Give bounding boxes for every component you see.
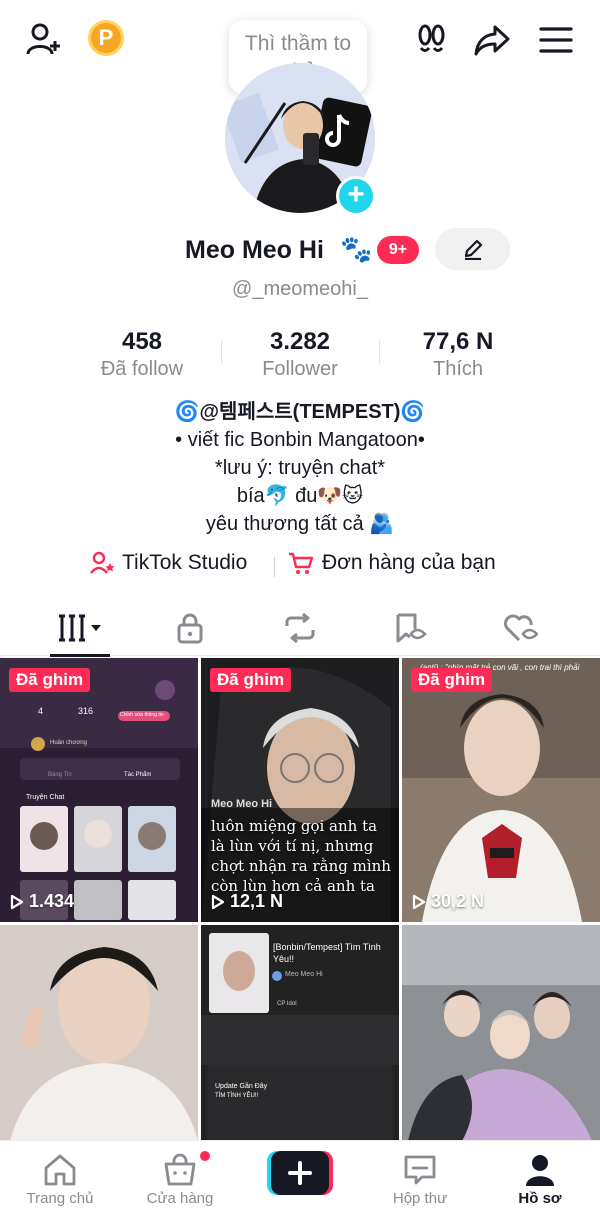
home-icon — [44, 1154, 76, 1186]
lock-icon — [177, 613, 203, 644]
paw-emoji: 🐾 — [340, 234, 373, 264]
story-update-text: TÌM TÌNH YÊU!! — [215, 1093, 259, 1099]
edit-profile-button[interactable] — [435, 228, 510, 270]
story-update-label: Update Gần Đây — [215, 1083, 268, 1090]
bio-line: *lưu ý: truyện chat* — [214, 457, 386, 479]
footprints-button[interactable] — [410, 18, 454, 62]
nav-label: Cửa hàng — [146, 1190, 214, 1207]
thumb-stat: 4 — [38, 706, 44, 716]
bio-line: bía🐬 đu🐶🐱 — [236, 485, 364, 507]
orders-link[interactable]: Đơn hàng của bạn — [288, 551, 496, 575]
profile-links: TikTok Studio Đơn hàng của bạn — [0, 551, 600, 581]
studio-icon — [90, 551, 115, 574]
add-friend-icon — [26, 23, 60, 55]
stat-label: Thích — [432, 358, 484, 380]
tiktok-studio-link[interactable]: TikTok Studio — [90, 551, 247, 575]
tab-liked[interactable] — [470, 600, 570, 656]
notification-badge[interactable]: 9+ — [377, 236, 419, 264]
notification-dot — [200, 1151, 210, 1161]
share-button[interactable] — [470, 18, 514, 62]
studio-label: TikTok Studio — [122, 551, 248, 574]
menu-button[interactable] — [534, 18, 578, 62]
video-thumbnail[interactable]: (anti) : "nhìn mặt trẻ con vãi , con tra… — [402, 658, 600, 922]
stat-value: 458 — [121, 328, 163, 355]
nav-profile[interactable]: Hồ sơ — [480, 1149, 600, 1215]
content-tabs — [0, 600, 600, 657]
view-count: 1.434 — [10, 891, 74, 912]
user-handle: @_meomeohi_ — [232, 278, 368, 300]
grid-icon — [59, 614, 101, 642]
cart-icon — [289, 552, 314, 574]
video-thumbnail[interactable]: Meo Meo Hi luôn miệng gọi anh ta là lùn … — [201, 658, 399, 922]
thumb-medal: Huân chương — [50, 740, 87, 746]
story-author: Meo Meo Hi — [285, 971, 323, 978]
nav-home[interactable]: Trang chủ — [0, 1149, 120, 1215]
add-friend-button[interactable] — [22, 18, 66, 62]
bio-line: 🌀@템페스트(TEMPEST)🌀 — [174, 401, 426, 423]
create-button[interactable] — [267, 1151, 333, 1195]
name-row: Meo Meo Hi 🐾 9+ — [0, 228, 600, 272]
nav-label: Hồ sơ — [518, 1190, 562, 1207]
bio-line: • viết fic Bonbin Mangatoon• — [175, 429, 425, 451]
nav-label: Trang chủ — [26, 1190, 94, 1207]
tab-private[interactable] — [140, 600, 240, 656]
thumbnail-image — [0, 658, 198, 922]
orders-label: Đơn hàng của bạn — [322, 551, 496, 574]
video-thumbnail[interactable]: 4 316 Chỉnh sửa thông tin Huân chương Bả… — [0, 658, 198, 922]
profile-icon — [526, 1155, 554, 1186]
menu-icon — [539, 27, 573, 53]
pinned-badge: Đã ghim — [9, 668, 91, 692]
view-count: 12,1 N — [211, 891, 283, 912]
inbox-icon — [404, 1155, 436, 1185]
play-icon — [10, 894, 24, 909]
play-icon — [412, 894, 426, 909]
repost-icon — [285, 613, 315, 643]
stat-value: 77,6 N — [422, 328, 494, 355]
stat-label: Đã follow — [100, 358, 184, 380]
play-icon — [211, 894, 225, 909]
pinned-badge: Đã ghim — [210, 668, 292, 692]
link-divider — [274, 557, 275, 577]
tab-saved[interactable] — [360, 600, 460, 656]
thumb-stat: 316 — [78, 706, 94, 716]
thumb-tab: Bảng Tin — [48, 772, 72, 778]
shop-icon — [164, 1153, 196, 1186]
thumb-button: Chỉnh sửa thông tin — [120, 712, 164, 718]
overlay-username: Meo Meo Hi — [211, 798, 273, 810]
stat-followers[interactable]: 3.282 Follower — [220, 328, 380, 381]
liked-icon — [504, 614, 538, 642]
coin-icon[interactable]: P — [88, 20, 124, 56]
create-icon — [267, 1151, 333, 1195]
stat-value: 3.282 — [269, 328, 331, 355]
stat-likes[interactable]: 77,6 N Thích — [378, 328, 538, 381]
stat-label: Follower — [262, 358, 338, 380]
footprints-icon — [418, 24, 445, 52]
thumbnail-image — [402, 658, 600, 922]
share-icon — [474, 25, 510, 56]
story-tag: CP Idol — [277, 1001, 297, 1007]
view-count: 30,2 N — [412, 891, 484, 912]
saved-icon — [396, 613, 427, 643]
bio-line: yêu thương tất cả 🫂 — [205, 513, 395, 535]
nav-shop[interactable]: Cửa hàng — [120, 1149, 240, 1215]
thumb-tab: Tác Phẩm — [124, 772, 152, 778]
active-tab-indicator — [50, 654, 110, 657]
thumbnail-image — [402, 925, 600, 1141]
bio: 🌀@템페스트(TEMPEST)🌀 • viết fic Bonbin Manga… — [0, 398, 600, 538]
nav-inbox[interactable]: Hộp thư — [360, 1149, 480, 1215]
tab-reposts[interactable] — [250, 600, 350, 656]
stat-following[interactable]: 458 Đã follow — [62, 328, 222, 381]
display-name: Meo Meo Hi — [185, 236, 324, 264]
story-title: [Bonbin/Tempest] Tìm Tình Yêu!! — [273, 942, 381, 964]
pinned-badge: Đã ghim — [411, 668, 493, 692]
video-caption: luôn miệng gọi anh ta là lùn với tí nị, … — [211, 817, 391, 895]
tab-videos[interactable] — [30, 600, 130, 657]
edit-icon — [464, 239, 482, 260]
thumbnail-image — [0, 925, 198, 1141]
bottom-nav: Trang chủ Cửa hàng Hộp thư Hồ sơ — [0, 1140, 600, 1218]
thumb-section: Truyện Chat — [26, 794, 65, 801]
nav-label: Hộp thư — [392, 1190, 448, 1207]
add-avatar-button[interactable]: + — [336, 176, 376, 216]
